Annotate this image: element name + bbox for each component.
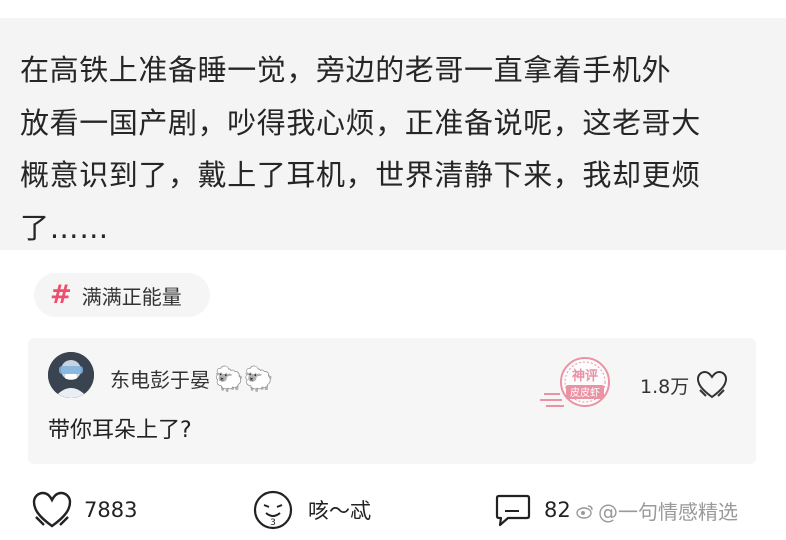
comment-like-count: 1.8万 <box>640 375 690 398</box>
hashtag-icon: # <box>50 280 72 310</box>
svg-text:3: 3 <box>270 518 276 528</box>
like-button[interactable]: 7883 <box>30 488 137 532</box>
comment-like-button[interactable]: 1.8万 <box>640 370 729 400</box>
watermark: @一句情感精选 <box>576 496 738 525</box>
comment-bubble-icon <box>495 494 531 527</box>
spit-face-icon: 3 <box>253 490 293 530</box>
comment-text: 带你耳朵上了? <box>48 418 192 443</box>
comment-button[interactable]: 82 <box>494 488 571 532</box>
post-text: 在高铁上准备睡一觉，旁边的老哥一直拿着手机外 放看一国产剧，吵得我心烦，正准备说… <box>20 53 701 245</box>
post-content-box: 在高铁上准备睡一觉，旁边的老哥一直拿着手机外 放看一国产剧，吵得我心烦，正准备说… <box>0 18 786 250</box>
reaction-button[interactable]: 3 咳～忒 <box>252 488 371 532</box>
sheep-badge-icon: 🐑🐑 <box>214 364 274 393</box>
god-comment-stamp-icon: 神评 皮皮虾 <box>540 357 610 407</box>
avatar[interactable] <box>48 352 94 398</box>
weibo-logo-icon <box>576 504 593 519</box>
stamp-top-text: 神评 <box>572 368 598 384</box>
top-comment-card[interactable]: 东电彭于晏 🐑🐑 带你耳朵上了? 神评 皮皮虾 1.8万 <box>28 338 756 464</box>
reaction-label: 咳～忒 <box>308 499 371 523</box>
watermark-text: @一句情感精选 <box>598 500 738 524</box>
stamp-bottom-text: 皮皮虾 <box>570 386 600 399</box>
topic-label: 满满正能量 <box>81 284 182 309</box>
heart-hands-icon <box>32 491 72 528</box>
heart-hands-icon <box>697 370 728 399</box>
comment-count: 82 <box>544 498 571 522</box>
like-count: 7883 <box>84 498 138 522</box>
topic-tag[interactable]: # 满满正能量 <box>34 273 210 317</box>
commenter-name[interactable]: 东电彭于晏 <box>110 364 210 393</box>
commenter-name-row[interactable]: 东电彭于晏 🐑🐑 <box>110 364 274 393</box>
